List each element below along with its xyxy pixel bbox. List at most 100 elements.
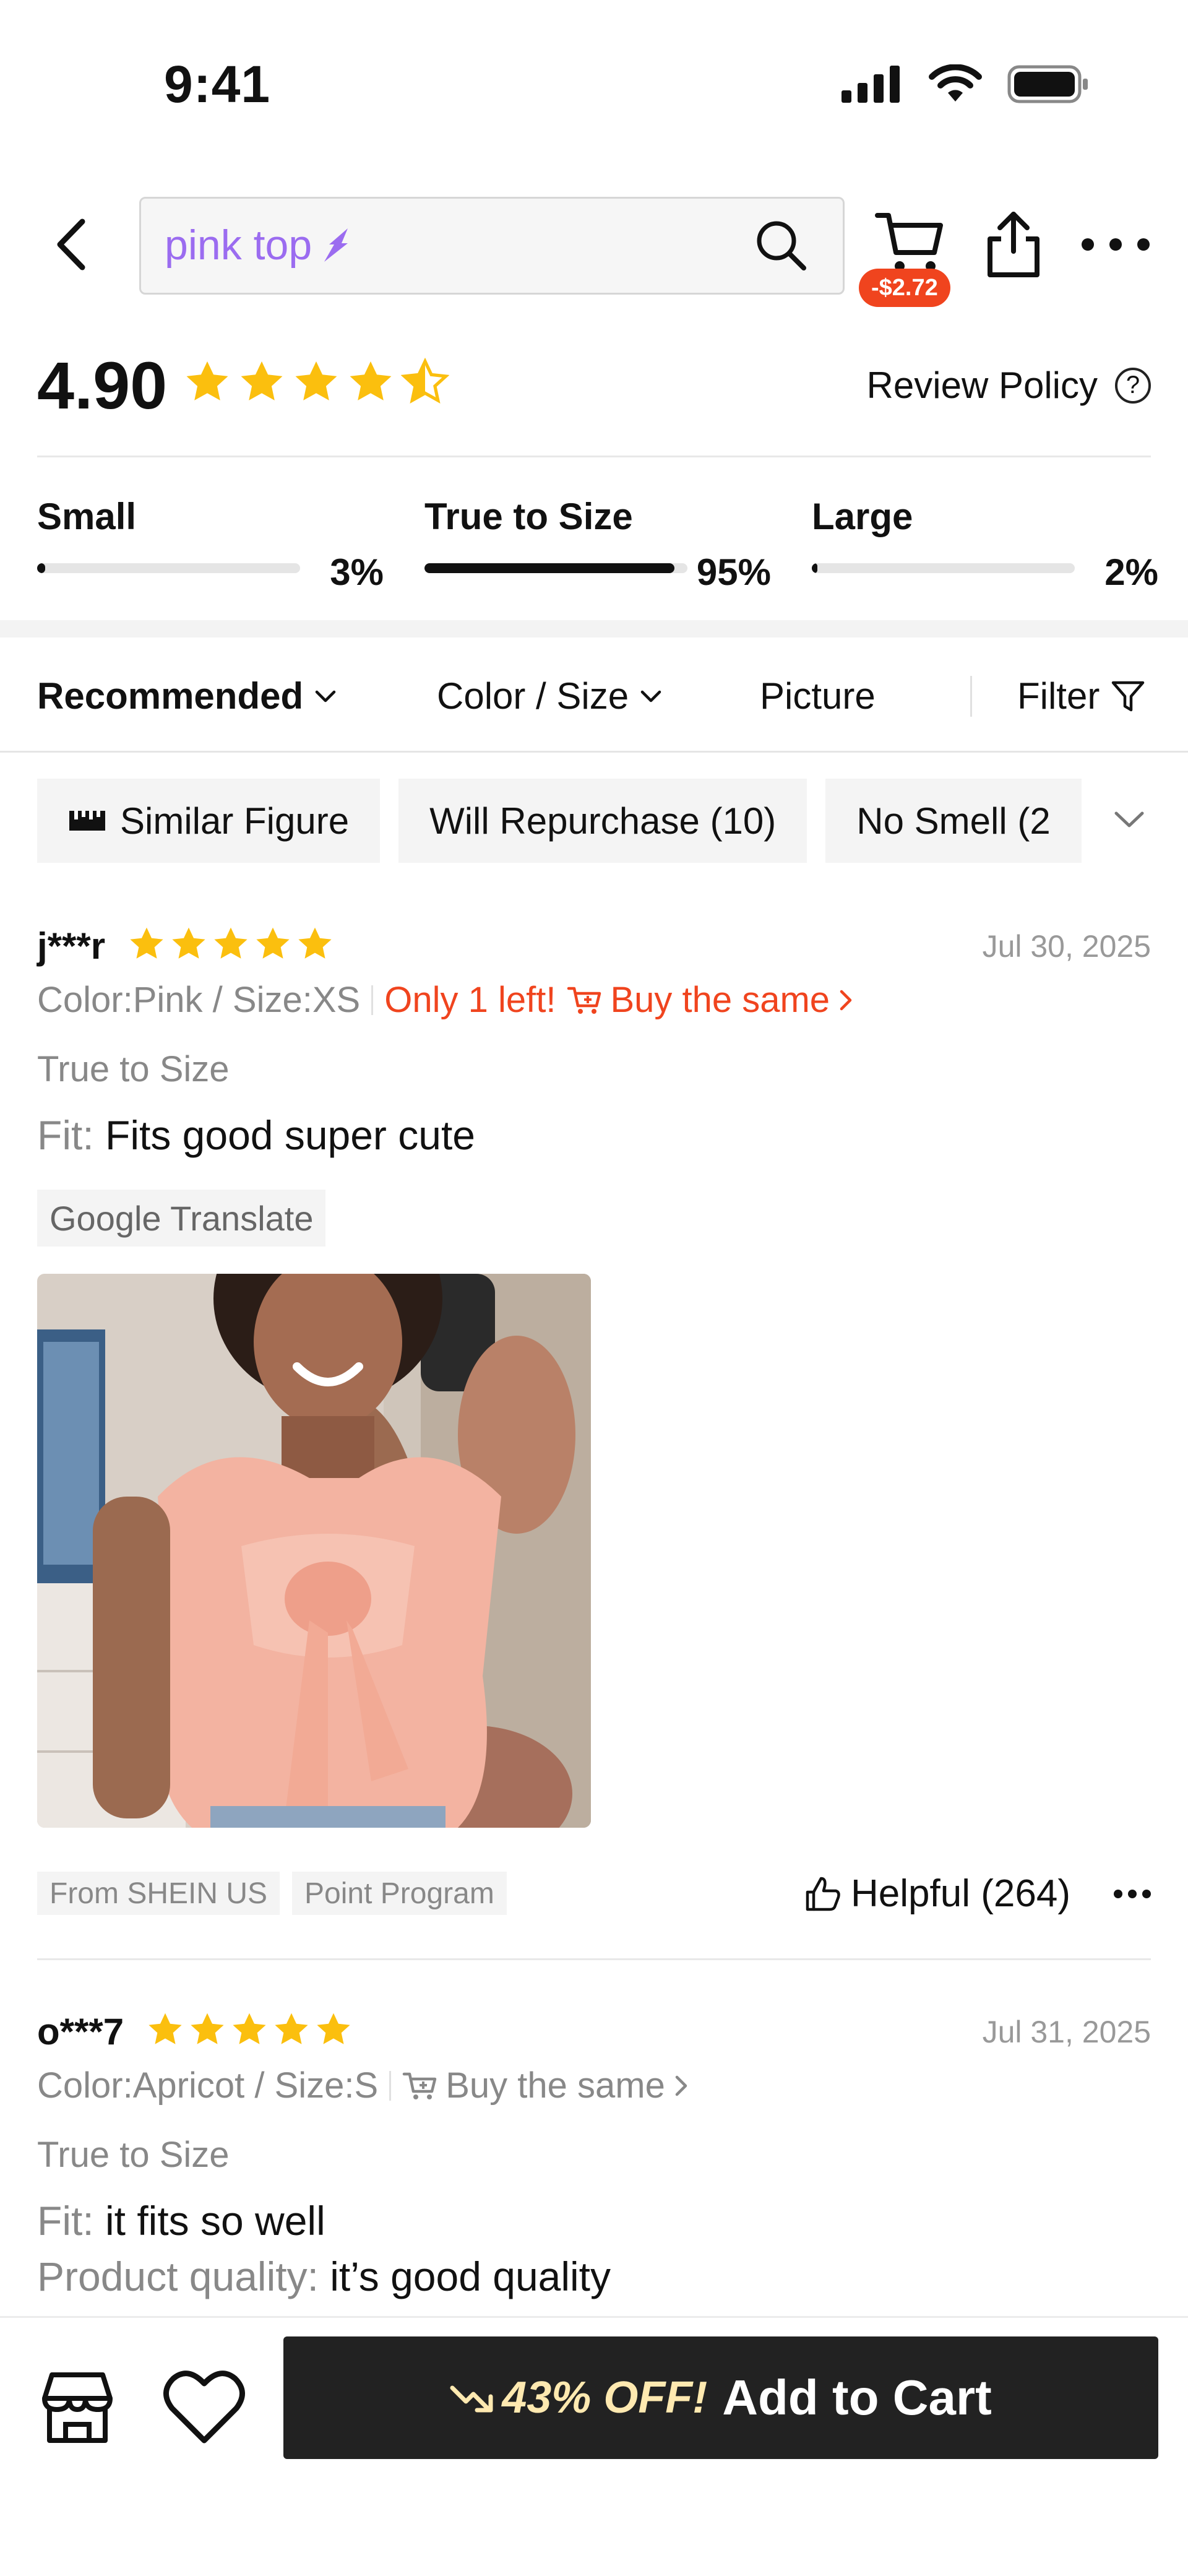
fit-label: True to Size <box>424 496 633 537</box>
review-quality-text: Product quality: it’s good quality <box>37 2254 611 2299</box>
stock-note: Only 1 left! <box>384 980 556 1020</box>
fit-label: Large <box>812 496 913 537</box>
source-chip: From SHEIN US <box>37 1872 280 1915</box>
divider <box>970 676 972 717</box>
store-icon[interactable] <box>37 2367 118 2448</box>
signal-icon <box>842 66 900 103</box>
chevron-down-icon <box>315 690 336 702</box>
sort-filter-bar: Recommended Color / Size Picture Filter <box>0 638 1188 753</box>
reviewer-name: j***r <box>37 925 106 967</box>
chevron-left-icon <box>57 218 85 270</box>
rating-score: 4.90 <box>37 348 168 423</box>
chevron-right-icon <box>675 2075 687 2096</box>
star-icon <box>256 927 290 959</box>
ruler-icon <box>69 811 105 831</box>
chevron-down-icon <box>640 690 661 702</box>
size-feedback: True to Size <box>37 2135 230 2175</box>
divider <box>37 456 1151 457</box>
star-icon <box>214 927 248 959</box>
review-stars <box>146 2010 353 2049</box>
review-photo-image <box>37 1274 591 1828</box>
star-icon <box>295 361 337 400</box>
fit-bar <box>424 563 687 573</box>
picture-filter[interactable]: Picture <box>760 675 876 717</box>
fit-large: Large 2% <box>812 495 1158 593</box>
chevron-right-icon <box>840 990 852 1010</box>
buy-the-same-link[interactable]: Buy the same <box>567 979 853 1021</box>
trending-arrow-icon <box>324 228 348 262</box>
discount-label: 43% OFF! <box>502 2373 708 2423</box>
star-icon <box>298 927 332 959</box>
back-button[interactable] <box>43 217 99 272</box>
review-tag-list: Similar Figure Will Repurchase (10) No S… <box>37 779 1089 863</box>
helpful-button[interactable]: Helpful (264) <box>804 1872 1070 1916</box>
trending-down-icon <box>450 2385 493 2413</box>
status-time: 9:41 <box>164 55 271 113</box>
fit-label: Small <box>37 496 137 537</box>
star-icon <box>241 361 283 400</box>
status-icons <box>842 64 1089 104</box>
wifi-icon <box>929 64 982 102</box>
fit-small: Small 3% <box>37 495 384 593</box>
bottom-action-bar: 43% OFF! Add to Cart <box>0 2316 1188 2576</box>
star-icon <box>148 2013 182 2044</box>
star-icon <box>275 2013 308 2044</box>
review-variant-row: Color:Pink / Size:XS Only 1 left! Buy th… <box>37 979 853 1021</box>
more-options-button[interactable] <box>1082 223 1150 266</box>
heart-icon[interactable] <box>162 2367 246 2448</box>
add-to-cart-label: Add to Cart <box>722 2370 992 2425</box>
filter-funnel-icon <box>1112 681 1145 711</box>
fit-bar-fill <box>424 563 674 573</box>
chevron-down-icon[interactable] <box>1108 805 1151 836</box>
share-icon[interactable] <box>983 210 1044 279</box>
search-icon[interactable] <box>753 217 809 273</box>
review-stars <box>127 925 334 963</box>
program-chip: Point Program <box>292 1872 507 1915</box>
battery-icon <box>1007 65 1088 103</box>
filter-button[interactable]: Filter <box>1017 675 1145 717</box>
reviewer-name: o***7 <box>37 2011 124 2052</box>
review-photo[interactable] <box>37 1274 591 1828</box>
search-input[interactable]: pink top <box>139 197 845 295</box>
fit-bar <box>37 563 300 573</box>
fit-bar-fill <box>812 563 817 573</box>
sort-recommended-dropdown[interactable]: Recommended <box>37 675 337 717</box>
buy-the-same-link[interactable]: Buy the same <box>402 2065 689 2106</box>
search-query: pink top <box>165 222 312 269</box>
color-size-dropdown[interactable]: Color / Size <box>437 675 662 717</box>
fit-bar <box>812 563 1075 573</box>
thumbs-up-icon <box>806 1877 840 1911</box>
section-separator <box>0 620 1188 638</box>
size-feedback: True to Size <box>37 1049 230 1089</box>
review-source-chips: From SHEIN US Point Program <box>37 1872 507 1915</box>
review-policy-link[interactable]: Review Policy ? <box>867 364 1151 407</box>
review-variant: Color:Apricot / Size:S <box>37 2065 379 2106</box>
cart-discount-badge: -$2.72 <box>859 269 950 307</box>
tag-similar-figure[interactable]: Similar Figure <box>37 779 381 863</box>
add-to-cart-button[interactable]: 43% OFF! Add to Cart <box>283 2336 1158 2459</box>
google-translate-button[interactable]: Google Translate <box>37 1190 326 1247</box>
fit-percent: 2% <box>1104 551 1158 593</box>
review-item: j***r Jul 30, 2025 Color:Pink / Size:XS … <box>37 925 1151 1915</box>
cart-icon[interactable] <box>872 204 947 279</box>
divider <box>37 1958 1151 1960</box>
review-fit-text: Fit: it fits so well <box>37 2198 325 2244</box>
review-date: Jul 31, 2025 <box>982 2015 1151 2049</box>
review-more-button[interactable] <box>1114 1875 1151 1913</box>
cart-plus-icon <box>402 2072 437 2099</box>
help-circle-icon: ? <box>1115 367 1151 404</box>
half-star-icon <box>401 358 449 404</box>
rating-summary: 4.90 Review Policy ? <box>37 347 1151 427</box>
status-bar: 9:41 <box>0 0 1188 173</box>
review-fit-text: Fit: Fits good super cute <box>37 1112 475 1158</box>
fit-bar-fill <box>37 563 45 573</box>
rating-stars <box>183 358 449 406</box>
star-icon <box>233 2013 266 2044</box>
star-icon <box>130 927 163 959</box>
fit-true-to-size: True to Size 95% <box>424 495 771 593</box>
star-icon <box>350 361 392 400</box>
tag-will-repurchase[interactable]: Will Repurchase (10) <box>398 779 807 863</box>
star-icon <box>191 2013 224 2044</box>
fit-percent: 95% <box>696 551 771 593</box>
tag-no-smell[interactable]: No Smell (2 <box>825 779 1082 863</box>
